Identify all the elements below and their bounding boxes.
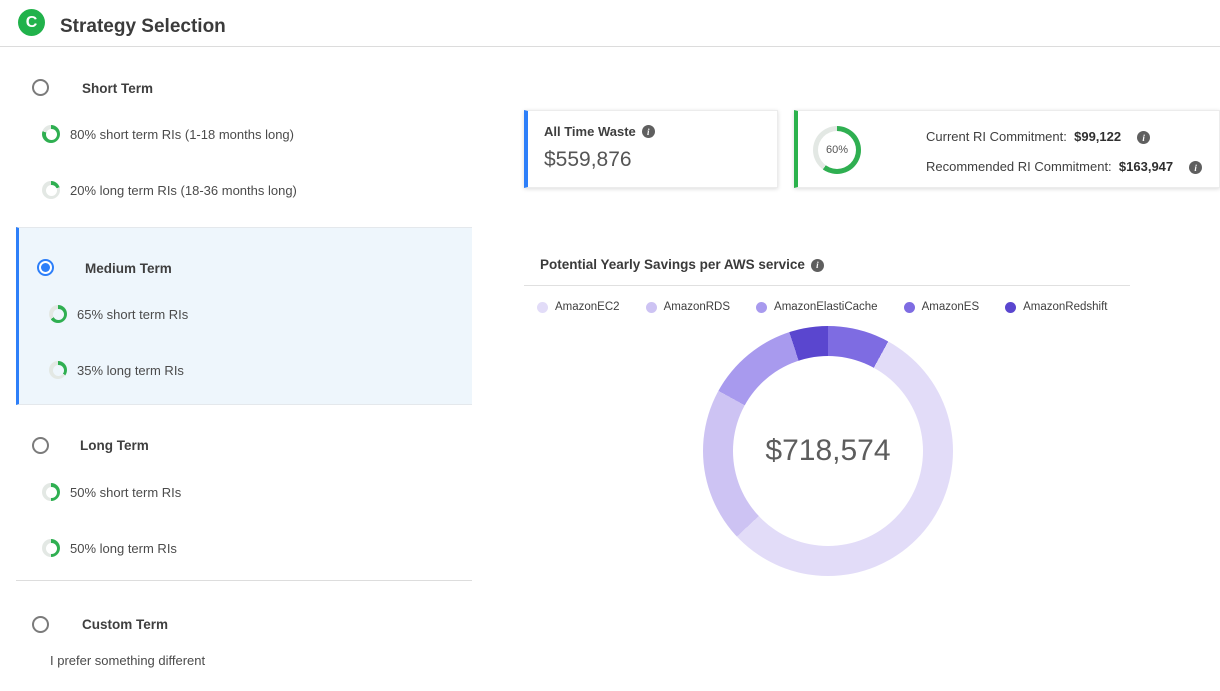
legend-dot-icon (1005, 302, 1016, 313)
donut-ring[interactable]: $718,574 (703, 326, 953, 576)
option-label-medium-term[interactable]: Medium Term (85, 261, 172, 276)
donut-hole: $718,574 (733, 356, 923, 546)
chart-divider (524, 285, 1130, 286)
commitment-gauge-label: 60% (818, 131, 856, 169)
waste-card-title: All Time Waste (544, 124, 636, 139)
legend-dot-icon (646, 302, 657, 313)
recommended-commitment-line: Recommended RI Commitment: $163,947 (926, 159, 1202, 174)
option-label-custom-term[interactable]: Custom Term (82, 617, 168, 632)
waste-card-value: $559,876 (544, 148, 761, 172)
info-icon[interactable] (1137, 131, 1150, 144)
donut-total-value: $718,574 (765, 434, 890, 468)
legend-item[interactable]: AmazonElastiCache (756, 301, 878, 313)
sub-item-label: 80% short term RIs (1-18 months long) (70, 127, 294, 142)
sub-item-label: 20% long term RIs (18-36 months long) (70, 183, 297, 198)
progress-ring-icon (42, 483, 60, 501)
radio-medium-term[interactable] (37, 259, 54, 276)
strategy-selection-page: C Strategy Selection Short Term 80% shor… (0, 0, 1220, 691)
custom-term-note: I prefer something different (50, 653, 205, 668)
selected-option-highlight[interactable]: Medium Term 65% short term RIs 35% long … (16, 227, 472, 405)
current-commitment-value: $99,122 (1074, 129, 1121, 144)
radio-long-term[interactable] (32, 437, 49, 454)
radio-custom-term[interactable] (32, 616, 49, 633)
page-title: Strategy Selection (60, 16, 226, 38)
legend-item[interactable]: AmazonES (904, 301, 980, 313)
progress-ring-icon (42, 125, 60, 143)
progress-ring-icon (42, 539, 60, 557)
sub-item-label: 65% short term RIs (77, 307, 188, 322)
option-label-long-term[interactable]: Long Term (80, 438, 149, 453)
recommended-commitment-value: $163,947 (1119, 159, 1173, 174)
legend-item[interactable]: AmazonRedshift (1005, 301, 1107, 313)
options-divider (16, 580, 472, 581)
progress-ring-icon (42, 181, 60, 199)
option-label-short-term[interactable]: Short Term (82, 81, 153, 96)
chart-legend: AmazonEC2 AmazonRDS AmazonElastiCache Am… (537, 301, 1108, 313)
info-icon[interactable] (1189, 161, 1202, 174)
sub-item-label: 50% long term RIs (70, 541, 177, 556)
current-commitment-line: Current RI Commitment: $99,122 (926, 129, 1150, 144)
legend-item[interactable]: AmazonEC2 (537, 301, 620, 313)
progress-ring-icon (49, 305, 67, 323)
header-divider (0, 46, 1220, 47)
ri-commitment-card: 60% Current RI Commitment: $99,122 Recom… (794, 110, 1220, 188)
legend-dot-icon (904, 302, 915, 313)
chart-title: Potential Yearly Savings per AWS service (540, 257, 824, 272)
commitment-gauge: 60% (813, 126, 861, 174)
app-logo-icon: C (18, 9, 45, 36)
radio-short-term[interactable] (32, 79, 49, 96)
legend-dot-icon (537, 302, 548, 313)
all-time-waste-card: All Time Waste $559,876 (524, 110, 778, 188)
legend-dot-icon (756, 302, 767, 313)
info-icon[interactable] (642, 125, 655, 138)
sub-item-label: 50% short term RIs (70, 485, 181, 500)
info-icon[interactable] (811, 259, 824, 272)
legend-item[interactable]: AmazonRDS (646, 301, 730, 313)
progress-ring-icon (49, 361, 67, 379)
sub-item-label: 35% long term RIs (77, 363, 184, 378)
